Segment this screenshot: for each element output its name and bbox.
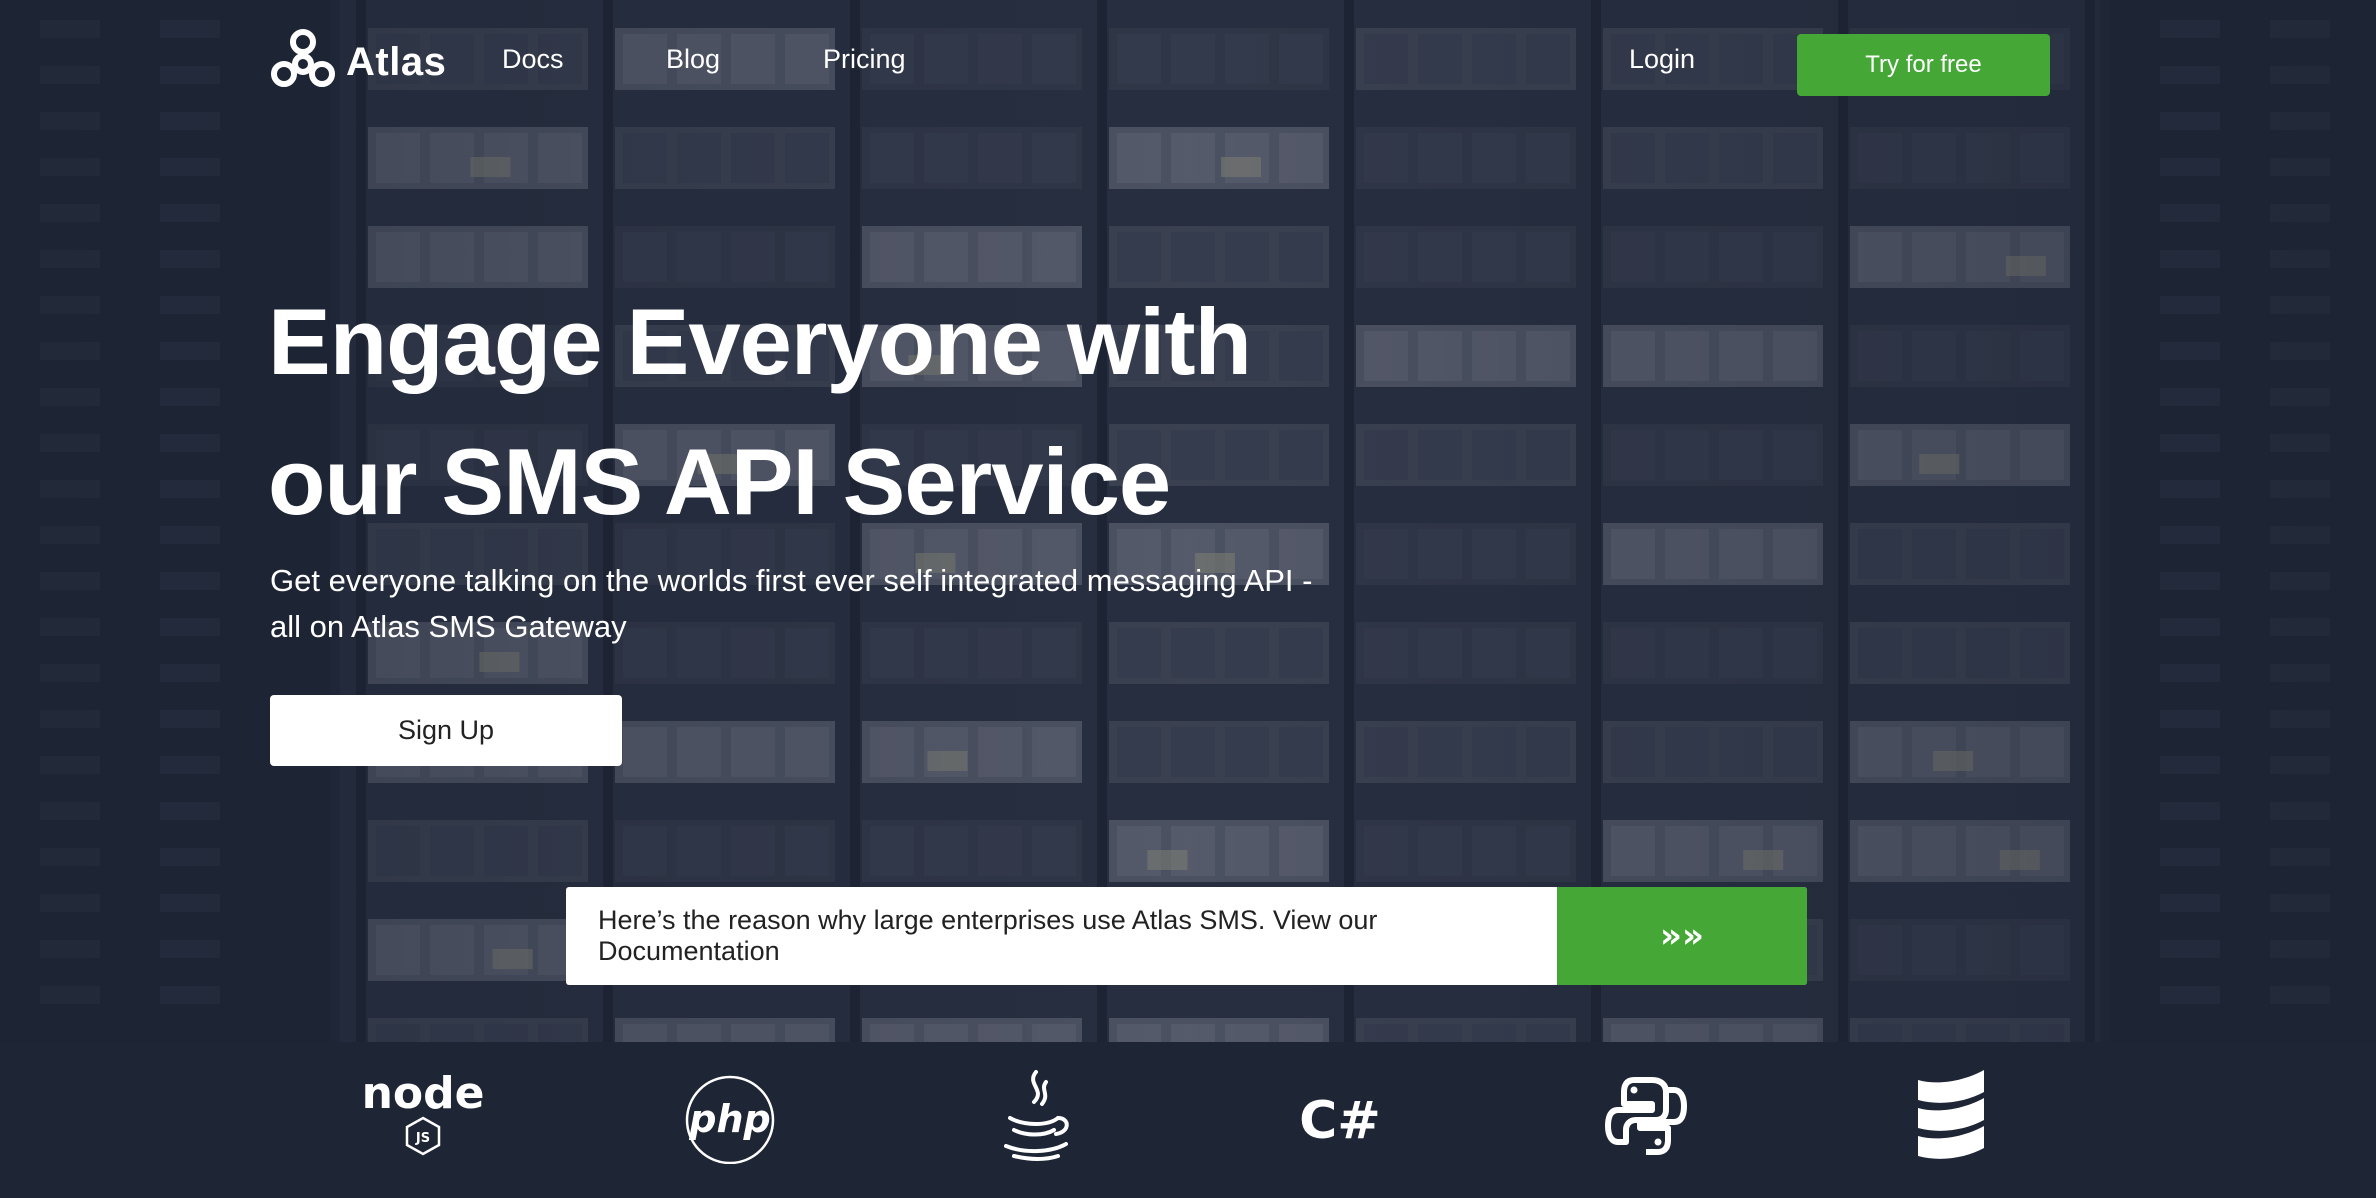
atlas-logo[interactable]: Atlas [270, 28, 446, 96]
hero-title-line-2: our SMS API Service [268, 429, 1171, 534]
sign-up-button[interactable]: Sign Up [270, 695, 622, 766]
atlas-logo-icon [271, 29, 335, 87]
csharp-icon: C# [1300, 1091, 1380, 1151]
view-documentation-arrow-button[interactable]: »» [1557, 887, 1807, 985]
java-icon [1004, 1070, 1069, 1161]
hero-subtitle-line-2: all on Atlas SMS Gateway [270, 609, 627, 644]
csharp-label: C# [1300, 1091, 1380, 1151]
language-logos-bar [0, 1042, 2376, 1198]
brand-name: Atlas [346, 39, 447, 84]
try-for-free-button[interactable]: Try for free [1797, 34, 2050, 96]
scala-icon [1918, 1070, 1984, 1159]
php-label: php [688, 1097, 770, 1141]
python-icon [1605, 1077, 1687, 1155]
nav-link-login[interactable]: Login [1629, 44, 1695, 75]
php-icon: php [685, 1075, 775, 1164]
nav-link-pricing[interactable]: Pricing [823, 44, 906, 75]
documentation-banner-text[interactable]: Here’s the reason why large enterprises … [566, 887, 1557, 985]
nav-link-docs[interactable]: Docs [502, 44, 564, 75]
node-js-sublabel: JS [415, 1131, 430, 1146]
hero-subtitle-line-1: Get everyone talking on the worlds first… [270, 563, 1313, 598]
node-js-icon: node JS [362, 1068, 484, 1156]
nav-link-blog[interactable]: Blog [666, 44, 720, 75]
hero-title: Engage Everyone with our SMS API Service [268, 272, 1268, 552]
documentation-banner: Here’s the reason why large enterprises … [566, 887, 1807, 985]
hero-subtitle: Get everyone talking on the worlds first… [270, 558, 1320, 650]
hero-title-line-1: Engage Everyone with [268, 289, 1252, 394]
node-js-label: node [362, 1068, 484, 1119]
